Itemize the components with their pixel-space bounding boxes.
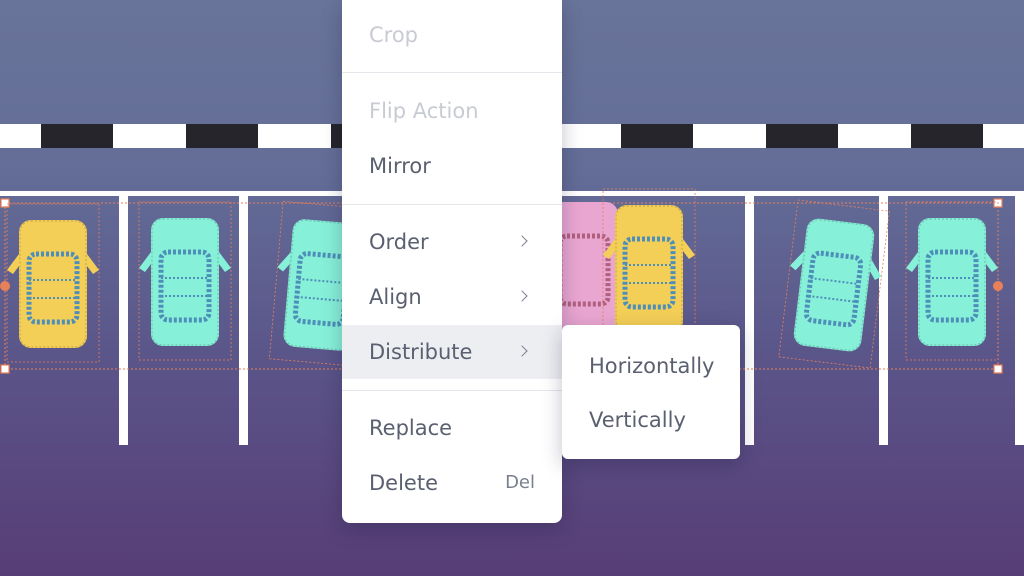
chevron-right-icon: [516, 270, 530, 324]
menu-divider: [342, 390, 562, 391]
yellow-car-icon[interactable]: [6, 203, 100, 363]
menu-item-replace[interactable]: Replace: [342, 401, 562, 455]
menu-item-label: Replace: [369, 416, 453, 440]
menu-item-label: Mirror: [369, 154, 431, 178]
menu-divider: [342, 204, 562, 205]
menu-item-flip-action[interactable]: Flip Action: [342, 84, 562, 138]
chevron-right-icon: [516, 215, 530, 269]
menu-item-label: Delete: [369, 471, 438, 495]
yellow-car-icon[interactable]: [602, 188, 696, 348]
menu-item-align[interactable]: Align: [342, 270, 562, 324]
submenu-item-label: Vertically: [589, 408, 686, 432]
delete-shortcut-hint: Del: [505, 472, 535, 493]
menu-divider: [342, 72, 562, 73]
menu-item-label: Distribute: [369, 340, 473, 364]
menu-item-label: Order: [369, 230, 429, 254]
submenu-item-vertically[interactable]: Vertically: [562, 393, 740, 447]
menu-item-label: Align: [369, 285, 422, 309]
menu-item-distribute[interactable]: Distribute: [342, 325, 562, 379]
menu-item-crop[interactable]: Crop: [342, 8, 562, 62]
menu-item-label: Crop: [369, 23, 419, 47]
submenu-item-label: Horizontally: [589, 354, 715, 378]
menu-item-order[interactable]: Order: [342, 215, 562, 269]
menu-item-mirror[interactable]: Mirror: [342, 139, 562, 193]
teal-car-icon[interactable]: [138, 201, 232, 361]
submenu-item-horizontally[interactable]: Horizontally: [562, 339, 740, 393]
chevron-right-icon: [516, 325, 530, 379]
distribute-submenu: Horizontally Vertically: [562, 325, 740, 459]
teal-car-icon[interactable]: [778, 199, 890, 369]
menu-item-delete[interactable]: Delete Del: [342, 456, 562, 510]
context-menu: Crop Flip Action Mirror Order Align Dist…: [342, 0, 562, 523]
teal-car-icon[interactable]: [905, 201, 999, 361]
menu-item-label: Flip Action: [369, 99, 479, 123]
